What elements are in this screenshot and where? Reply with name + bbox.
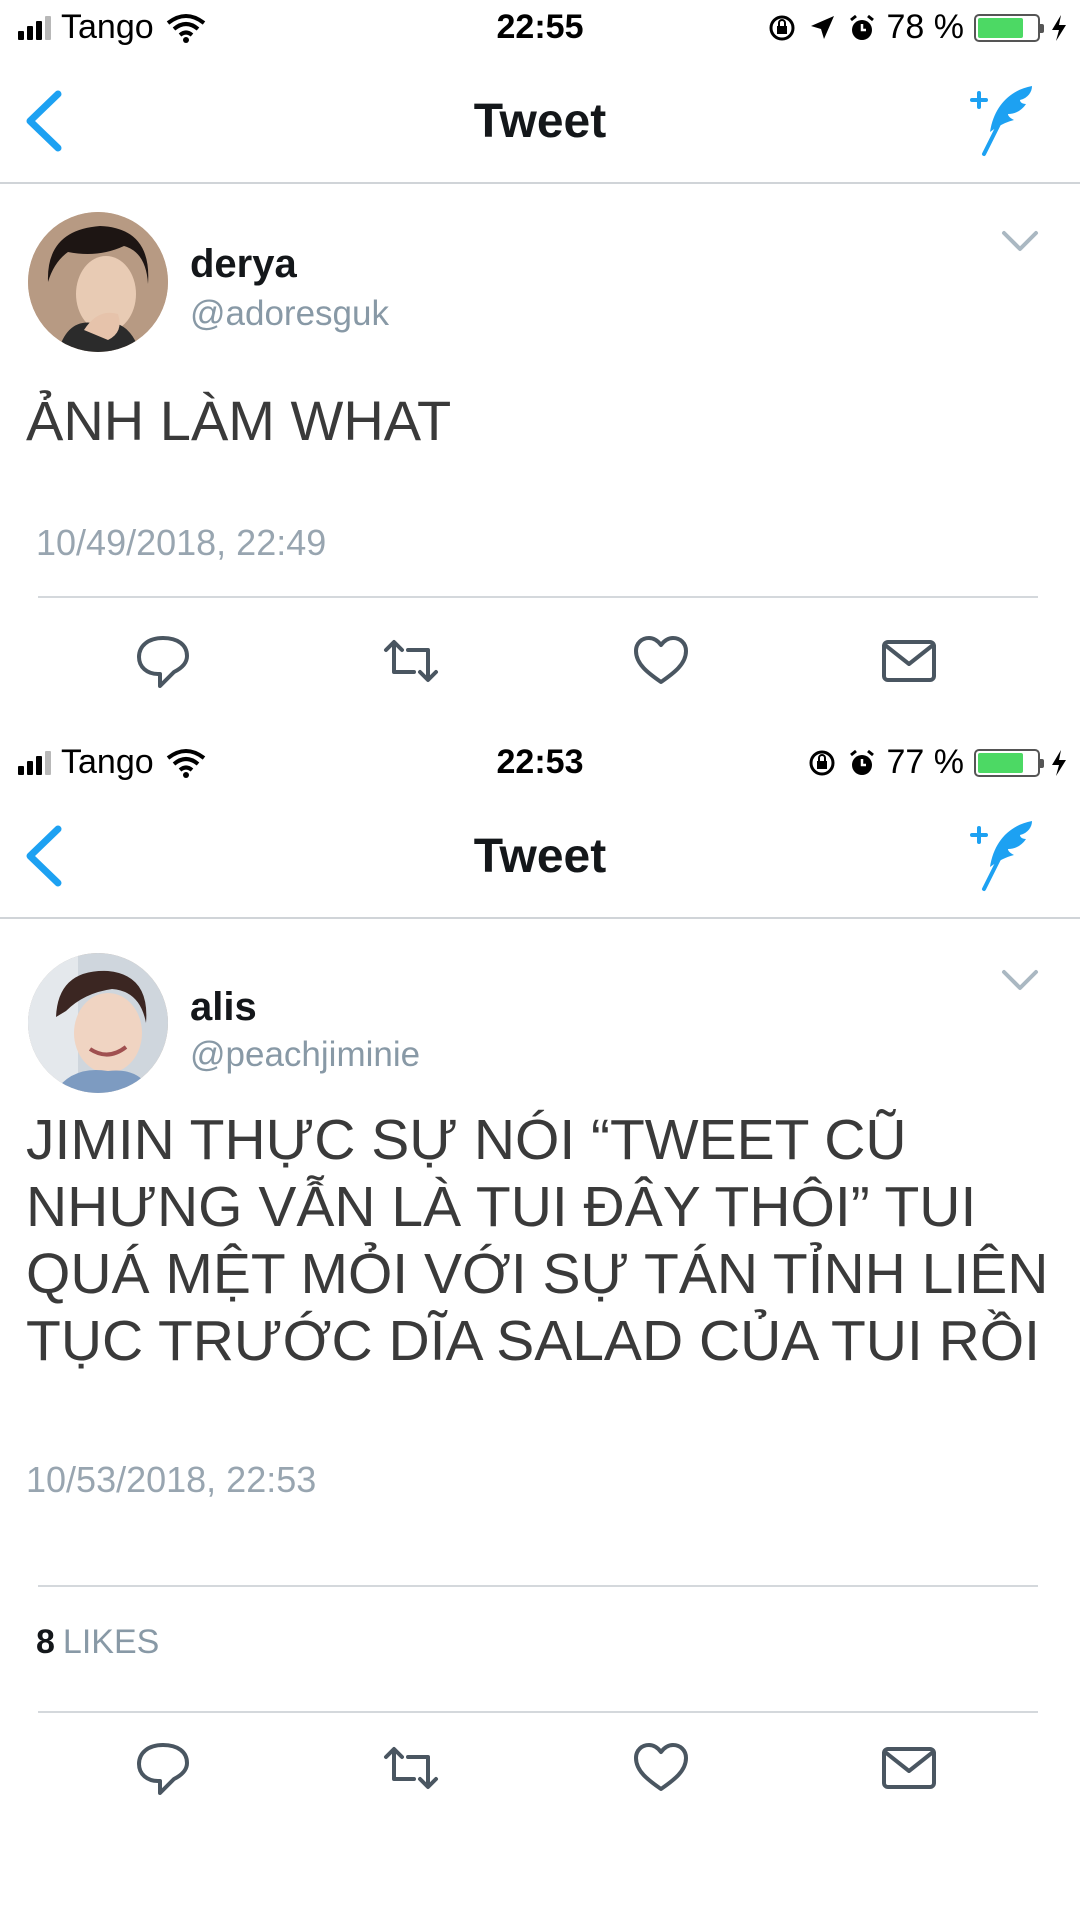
reply-icon bbox=[137, 636, 189, 688]
reply-icon bbox=[137, 1743, 189, 1795]
wifi-icon bbox=[166, 748, 205, 778]
compose-tweet-icon[interactable] bbox=[964, 817, 1040, 893]
like-icon bbox=[634, 1743, 688, 1791]
charging-icon bbox=[1052, 749, 1066, 776]
tweet-text: ẢNH LÀM WHAT bbox=[26, 389, 452, 452]
retweet-icon bbox=[384, 640, 438, 682]
avatar[interactable] bbox=[28, 953, 168, 1093]
battery-percent: 78 % bbox=[886, 8, 965, 46]
battery-percent: 77 % bbox=[886, 743, 965, 781]
divider bbox=[38, 596, 1038, 598]
tweet-timestamp: 10/53/2018, 22:53 bbox=[26, 1459, 317, 1500]
rotation-lock-icon bbox=[769, 15, 794, 40]
status-right: 77 % bbox=[807, 743, 1069, 782]
signal-icon bbox=[18, 750, 51, 775]
dm-icon bbox=[882, 640, 936, 682]
display-name[interactable]: derya bbox=[190, 242, 297, 287]
screenshot-bottom: Tango 22:53 77 % Tweet alis @peachjimini… bbox=[0, 735, 1080, 1920]
retweet-button[interactable] bbox=[382, 632, 440, 690]
likes-label: LIKES bbox=[62, 1623, 160, 1661]
divider bbox=[38, 1711, 1038, 1713]
like-icon bbox=[634, 636, 688, 684]
carrier-name: Tango bbox=[61, 743, 154, 781]
alarm-icon bbox=[849, 14, 874, 40]
page-title: Tweet bbox=[473, 830, 607, 883]
nav-bar: Tweet bbox=[0, 58, 1080, 184]
caret-down-icon[interactable] bbox=[1000, 967, 1040, 993]
status-bar: Tango 22:55 78 % bbox=[0, 0, 1080, 58]
location-icon bbox=[810, 15, 834, 39]
alarm-icon bbox=[849, 749, 874, 775]
retweet-icon bbox=[384, 1747, 438, 1789]
compose-tweet-icon[interactable] bbox=[964, 82, 1040, 158]
user-handle[interactable]: @adoresguk bbox=[190, 294, 389, 334]
display-name[interactable]: alis bbox=[190, 985, 257, 1030]
rotation-lock-icon bbox=[809, 750, 834, 775]
status-right: 78 % bbox=[767, 8, 1069, 47]
dm-button[interactable] bbox=[880, 1739, 938, 1797]
screenshot-top: Tango 22:55 78 % Tweet derya @adoresguk … bbox=[0, 0, 1080, 735]
likes-row[interactable]: 8 LIKES bbox=[36, 1623, 159, 1662]
back-chevron-icon[interactable] bbox=[20, 823, 70, 889]
divider bbox=[38, 1585, 1038, 1587]
reply-button[interactable] bbox=[134, 632, 192, 690]
retweet-button[interactable] bbox=[382, 1739, 440, 1797]
battery-icon bbox=[974, 13, 1044, 42]
wifi-icon bbox=[166, 13, 205, 43]
caret-down-icon[interactable] bbox=[1000, 228, 1040, 254]
carrier-name: Tango bbox=[61, 8, 154, 46]
like-button[interactable] bbox=[632, 632, 690, 690]
status-left: Tango bbox=[18, 743, 206, 782]
like-button[interactable] bbox=[632, 1739, 690, 1797]
dm-icon bbox=[882, 1747, 936, 1789]
user-handle[interactable]: @peachjiminie bbox=[190, 1035, 420, 1075]
tweet-timestamp: 10/49/2018, 22:49 bbox=[36, 522, 327, 563]
status-left: Tango bbox=[18, 8, 206, 47]
nav-bar: Tweet bbox=[0, 793, 1080, 919]
tweet-text: JIMIN THỰC SỰ NÓI “TWEET CŨ NHƯNG VẪN LÀ… bbox=[26, 1108, 1049, 1373]
charging-icon bbox=[1052, 14, 1066, 41]
avatar[interactable] bbox=[28, 212, 168, 352]
back-chevron-icon[interactable] bbox=[20, 88, 70, 154]
signal-icon bbox=[18, 15, 51, 40]
likes-count: 8 bbox=[36, 1623, 55, 1661]
status-bar: Tango 22:53 77 % bbox=[0, 735, 1080, 793]
page-title: Tweet bbox=[473, 95, 607, 148]
reply-button[interactable] bbox=[134, 1739, 192, 1797]
dm-button[interactable] bbox=[880, 632, 938, 690]
battery-icon bbox=[974, 748, 1044, 777]
